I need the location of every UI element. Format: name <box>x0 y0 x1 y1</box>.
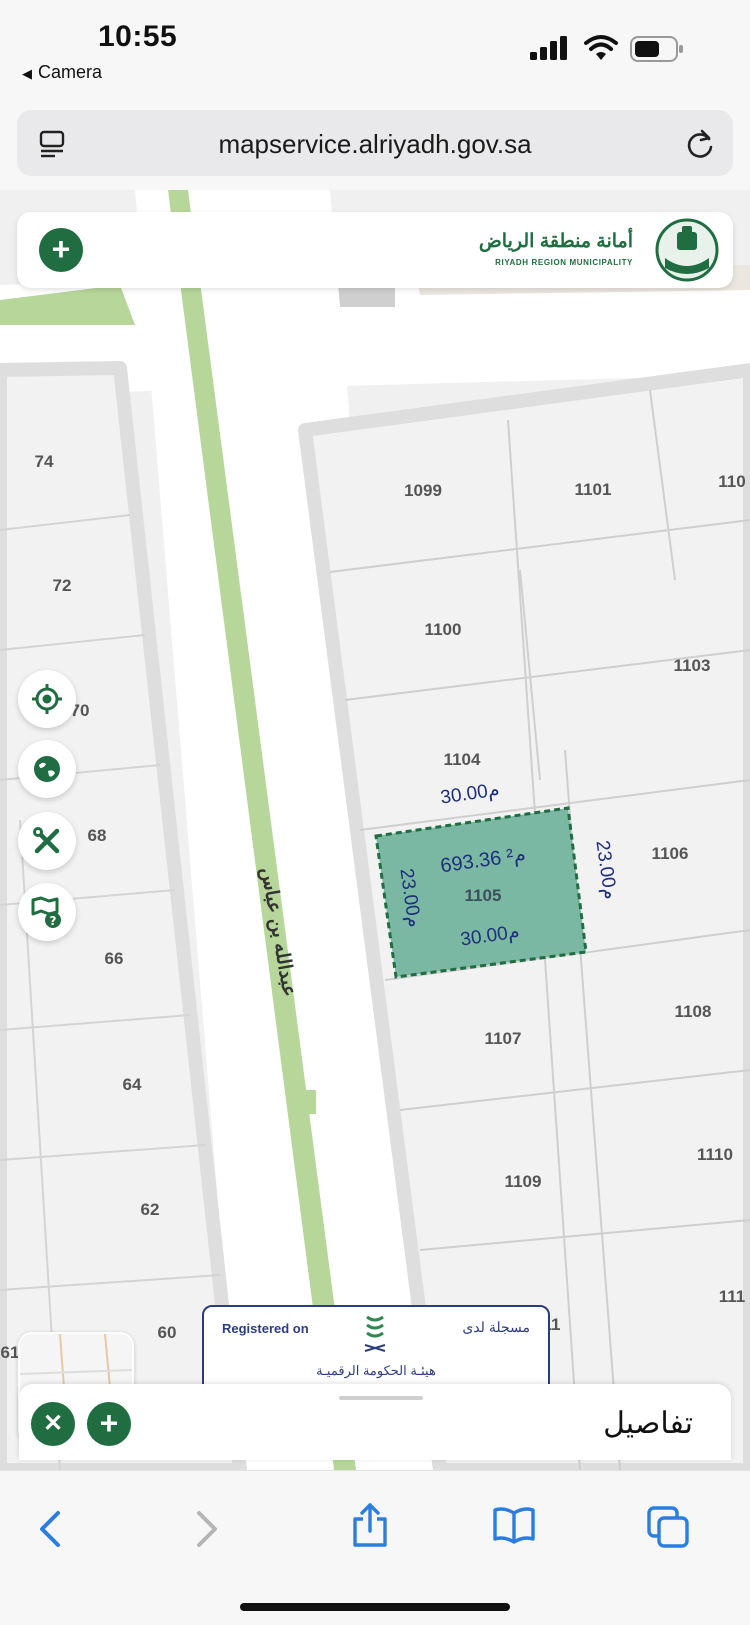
parcel-label[interactable]: 74 <box>35 452 54 472</box>
parcel-label[interactable]: 111 <box>719 1287 746 1307</box>
municipality-name-en: RIYADH REGION MUNICIPALITY <box>495 258 633 267</box>
tools-button[interactable] <box>18 812 76 870</box>
digital-government-authority-name: هيئـة الحكومة الرقميـة <box>316 1363 436 1378</box>
status-bar: 10:55 ◀ Camera <box>0 0 750 100</box>
municipality-emblem-icon <box>655 218 719 282</box>
parcel-label[interactable]: 68 <box>88 826 107 846</box>
parcel-label[interactable]: 62 <box>141 1200 160 1220</box>
reload-icon[interactable] <box>685 127 715 159</box>
wifi-icon <box>584 35 618 60</box>
parcel-label[interactable]: 1099 <box>404 481 442 501</box>
back-app-label: Camera <box>38 62 103 82</box>
back-to-app-link[interactable]: ◀ Camera <box>22 62 102 83</box>
map-help-icon: ? <box>31 896 61 928</box>
battery-icon <box>630 36 683 62</box>
parcel-label[interactable]: 1107 <box>485 1029 522 1049</box>
parcel-label[interactable]: 1101 <box>575 480 612 500</box>
forward-chevron-icon[interactable] <box>193 1509 221 1549</box>
parcel-label[interactable]: 60 <box>158 1323 177 1343</box>
parcel-label[interactable]: 1109 <box>505 1172 542 1192</box>
parcel-label[interactable]: 1100 <box>425 620 462 640</box>
registered-on-label: Registered on <box>222 1321 309 1336</box>
url-text[interactable]: mapservice.alriyadh.gov.sa <box>17 129 733 160</box>
share-icon[interactable] <box>350 1501 390 1549</box>
back-triangle-icon: ◀ <box>22 66 32 81</box>
map-base-layer <box>0 190 750 1470</box>
parcel-label[interactable]: 1103 <box>674 656 711 676</box>
expand-panel-button[interactable]: + <box>87 1402 131 1446</box>
details-panel-title: تفاصيل <box>603 1407 693 1440</box>
municipality-name-ar: أمانة منطقة الرياض <box>478 231 633 252</box>
bookmarks-icon[interactable] <box>492 1505 536 1545</box>
clock: 10:55 <box>98 20 178 53</box>
map-canvas[interactable]: 74 72 70 68 66 64 62 60 61 1099 1101 110… <box>0 190 750 1470</box>
globe-icon <box>34 756 60 782</box>
app-header-card: + أمانة منطقة الرياض RIYADH REGION MUNIC… <box>17 212 733 288</box>
svg-text:?: ? <box>50 914 57 928</box>
parcel-label[interactable]: 61 <box>1 1343 20 1363</box>
map-help-button[interactable]: ? <box>18 883 76 941</box>
address-bar[interactable]: mapservice.alriyadh.gov.sa <box>17 110 733 176</box>
browser-toolbar <box>0 1470 750 1625</box>
parcel-label[interactable]: 64 <box>123 1075 142 1095</box>
parcel-label[interactable]: 110 <box>718 472 745 492</box>
parcel-label[interactable]: 1108 <box>675 1002 712 1022</box>
parcel-label[interactable]: 1104 <box>444 750 481 770</box>
crosshair-icon <box>32 684 62 714</box>
tabs-icon[interactable] <box>646 1505 690 1549</box>
basemap-button[interactable] <box>18 740 76 798</box>
digital-government-logo-icon <box>364 1315 386 1352</box>
parcel-label[interactable]: 66 <box>105 949 124 969</box>
home-indicator[interactable] <box>240 1603 510 1611</box>
locate-me-button[interactable] <box>18 670 76 728</box>
parcel-label[interactable]: 1110 <box>697 1145 733 1165</box>
signal-icon <box>530 36 567 60</box>
registered-with-label: مسجلة لدى <box>462 1319 530 1335</box>
panel-drag-handle[interactable] <box>339 1396 423 1400</box>
zoom-in-button[interactable]: + <box>39 228 83 272</box>
parcel-label[interactable]: 1106 <box>652 844 689 864</box>
wrench-screwdriver-icon <box>33 827 60 854</box>
selected-parcel-number[interactable]: 1105 <box>465 886 502 906</box>
parcel-label[interactable]: 72 <box>53 576 72 596</box>
close-panel-button[interactable]: ✕ <box>31 1402 75 1446</box>
details-panel[interactable]: ✕ + تفاصيل <box>19 1384 731 1460</box>
browser-address-area: mapservice.alriyadh.gov.sa <box>0 100 750 191</box>
back-chevron-icon[interactable] <box>36 1509 64 1549</box>
